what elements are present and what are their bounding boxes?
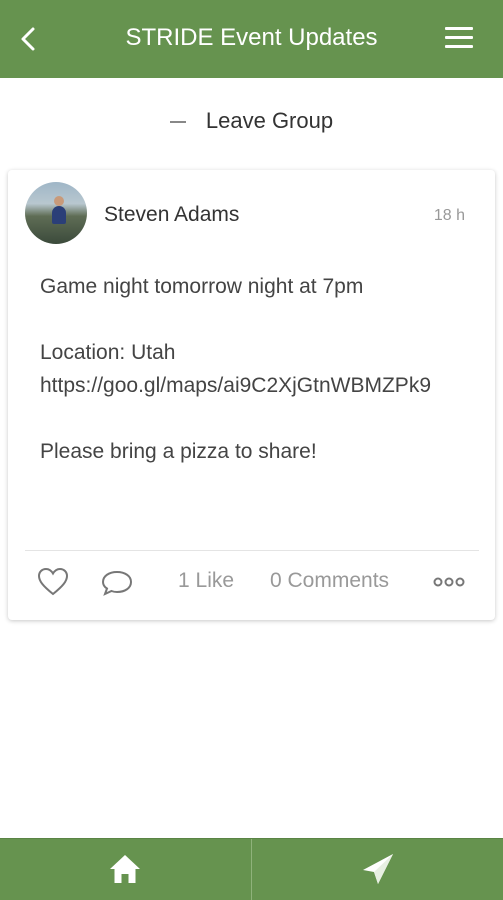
home-icon xyxy=(110,855,140,883)
post-body: Game night tomorrow night at 7pm Locatio… xyxy=(40,275,431,463)
hamburger-menu-icon xyxy=(445,27,473,30)
more-options-button[interactable] xyxy=(432,572,466,592)
leave-group-label: Leave Group xyxy=(205,108,334,133)
heart-icon xyxy=(37,567,69,596)
like-count[interactable]: 1 Like xyxy=(178,569,234,593)
minus-icon xyxy=(169,121,186,124)
avatar[interactable] xyxy=(25,182,87,244)
like-button[interactable] xyxy=(37,567,69,597)
post-timestamp: 18 h xyxy=(433,207,465,224)
post-author[interactable]: Steven Adams xyxy=(104,203,239,227)
comment-button[interactable] xyxy=(100,568,134,598)
comment-count[interactable]: 0 Comments xyxy=(270,569,389,593)
nav-home-button[interactable] xyxy=(0,839,251,900)
post-card: Steven Adams 18 h Game night tomorrow ni… xyxy=(8,170,495,620)
menu-button[interactable] xyxy=(445,27,473,51)
nav-send-button[interactable] xyxy=(252,839,503,900)
more-dots-icon xyxy=(433,577,465,587)
page-title: STRIDE Event Updates xyxy=(125,24,378,51)
leave-group-button[interactable]: Leave Group xyxy=(0,108,503,134)
divider xyxy=(25,550,479,551)
bottom-nav xyxy=(0,838,503,900)
speech-bubble-icon xyxy=(101,570,133,596)
send-icon xyxy=(363,854,393,884)
top-app-bar: STRIDE Event Updates xyxy=(0,0,503,78)
